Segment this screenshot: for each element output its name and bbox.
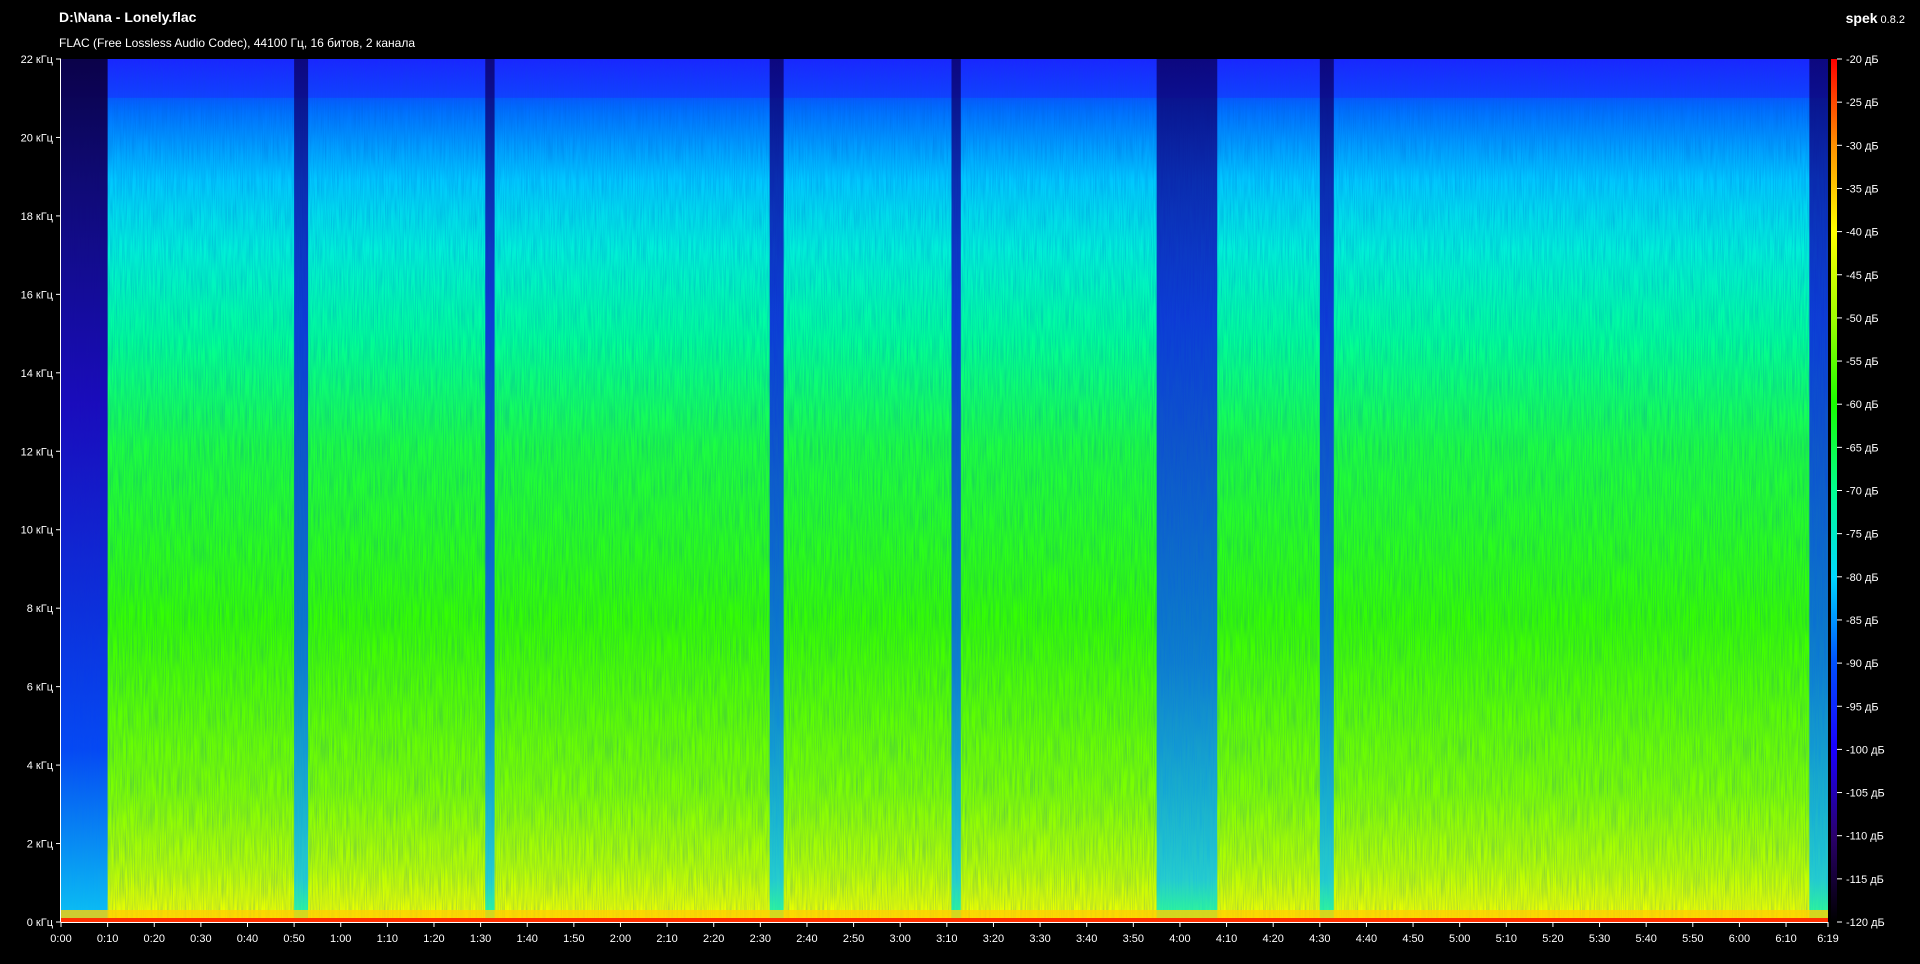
frequency-tick-label: 6 кГц [27,682,54,694]
time-tick-label: 0:10 [97,933,118,945]
color-scale-tick-label: -100 дБ [1846,744,1885,756]
color-scale-tick-label: -50 дБ [1846,313,1879,325]
quiet-section [1809,59,1828,922]
color-scale-tick-label: -30 дБ [1846,140,1879,152]
time-tick-label: 5:50 [1682,933,1703,945]
time-tick-label: 2:40 [796,933,817,945]
color-scale-tick-label: -20 дБ [1846,54,1879,66]
time-tick-label: 4:00 [1169,933,1190,945]
time-tick-label: 1:10 [377,933,398,945]
time-tick-label: 4:10 [1216,933,1237,945]
time-tick-label: 5:20 [1542,933,1563,945]
time-tick-label: 4:50 [1402,933,1423,945]
time-tick-label: 3:00 [889,933,910,945]
time-tick-label: 5:10 [1496,933,1517,945]
frequency-tick-label: 22 кГц [21,54,54,66]
color-scale-tick-label: -40 дБ [1846,227,1879,239]
time-tick-label: 6:10 [1775,933,1796,945]
bass-band [61,918,1828,922]
color-scale-tick-label: -70 дБ [1846,486,1879,498]
color-scale-tick-label: -25 дБ [1846,97,1879,109]
time-tick-label: 1:40 [517,933,538,945]
frequency-tick-label: 10 кГц [21,525,54,537]
quiet-section [1319,59,1334,922]
time-tick-label: 0:50 [283,933,304,945]
color-scale-tick-label: -80 дБ [1846,572,1879,584]
spectrogram-top-band [61,59,1828,98]
time-tick-label: 3:50 [1123,933,1144,945]
time-tick-label: 1:50 [563,933,584,945]
time-tick-label: 2:30 [750,933,771,945]
time-tick-label: 1:30 [470,933,491,945]
color-scale-legend: -20 дБ -25 дБ -30 дБ -35 дБ -40 дБ -45 дБ -50 … [1831,54,1885,929]
color-scale-bar [1831,59,1837,922]
frequency-axis: 0 кГц 2 кГц 4 кГц 6 кГц 8 кГц 10 кГц 12 кГц 14 … [21,54,61,929]
color-scale-tick-label: -45 дБ [1846,270,1879,282]
time-tick-label: 2:50 [843,933,864,945]
time-tick-label: 5:00 [1449,933,1470,945]
frequency-tick-label: 16 кГц [21,289,54,301]
time-tick-label: 3:20 [983,933,1004,945]
time-tick-label: 4:20 [1262,933,1283,945]
time-tick-label: 4:40 [1356,933,1377,945]
time-tick-label: 3:30 [1029,933,1050,945]
time-tick-label: 2:20 [703,933,724,945]
color-scale-tick-label: -85 дБ [1846,615,1879,627]
color-scale-tick-label: -105 дБ [1846,788,1885,800]
quiet-section [294,59,309,922]
frequency-tick-label: 2 кГц [27,839,54,851]
frequency-tick-label: 20 кГц [21,132,54,144]
low-band [61,910,1828,918]
quiet-section [951,59,961,922]
frequency-tick-label: 4 кГц [27,760,54,772]
time-tick-label: 5:40 [1635,933,1656,945]
time-tick-label: 0:00 [50,933,71,945]
color-scale-tick-label: -75 дБ [1846,529,1879,541]
time-tick-label: 5:30 [1589,933,1610,945]
color-scale-tick-label: -90 дБ [1846,658,1879,670]
spectrogram-texture [61,59,1828,922]
quiet-section [485,59,495,922]
time-tick-label: 0:20 [144,933,165,945]
frequency-tick-label: 0 кГц [27,917,54,929]
time-axis: 0:00 0:10 0:20 0:30 0:40 0:50 1:00 1:10 1:20 1:30… [50,922,1839,945]
time-tick-label: 2:00 [610,933,631,945]
time-tick-label: 3:10 [936,933,957,945]
frequency-tick-label: 8 кГц [27,603,54,615]
time-tick-label: 1:00 [330,933,351,945]
quiet-section [61,59,108,922]
spectrogram-chart: 0 кГц 2 кГц 4 кГц 6 кГц 8 кГц 10 кГц 12 кГц 14 … [21,54,1885,945]
color-scale-tick-label: -95 дБ [1846,701,1879,713]
color-scale-tick-label: -110 дБ [1846,831,1884,843]
color-scale-tick-label: -60 дБ [1846,399,1879,411]
time-tick-label: 0:40 [237,933,258,945]
color-scale-tick-label: -120 дБ [1846,917,1885,929]
color-scale-tick-label: -115 дБ [1846,874,1884,886]
time-tick-label: 0:30 [190,933,211,945]
color-scale-tick-label: -55 дБ [1846,356,1879,368]
quiet-section [769,59,784,922]
spectrogram-plot [61,59,1828,922]
time-tick-label: 6:00 [1729,933,1750,945]
time-tick-label: 2:10 [656,933,677,945]
frequency-tick-label: 18 кГц [21,211,54,223]
color-scale-tick-label: -35 дБ [1846,183,1879,195]
color-scale-tick-label: -65 дБ [1846,442,1879,454]
time-tick-label: 1:20 [423,933,444,945]
time-tick-label: 3:40 [1076,933,1097,945]
time-tick-label: 4:30 [1309,933,1330,945]
time-tick-label: 6:19 [1817,933,1838,945]
frequency-tick-label: 14 кГц [21,368,54,380]
frequency-tick-label: 12 кГц [21,446,54,458]
quiet-section [1156,59,1218,922]
